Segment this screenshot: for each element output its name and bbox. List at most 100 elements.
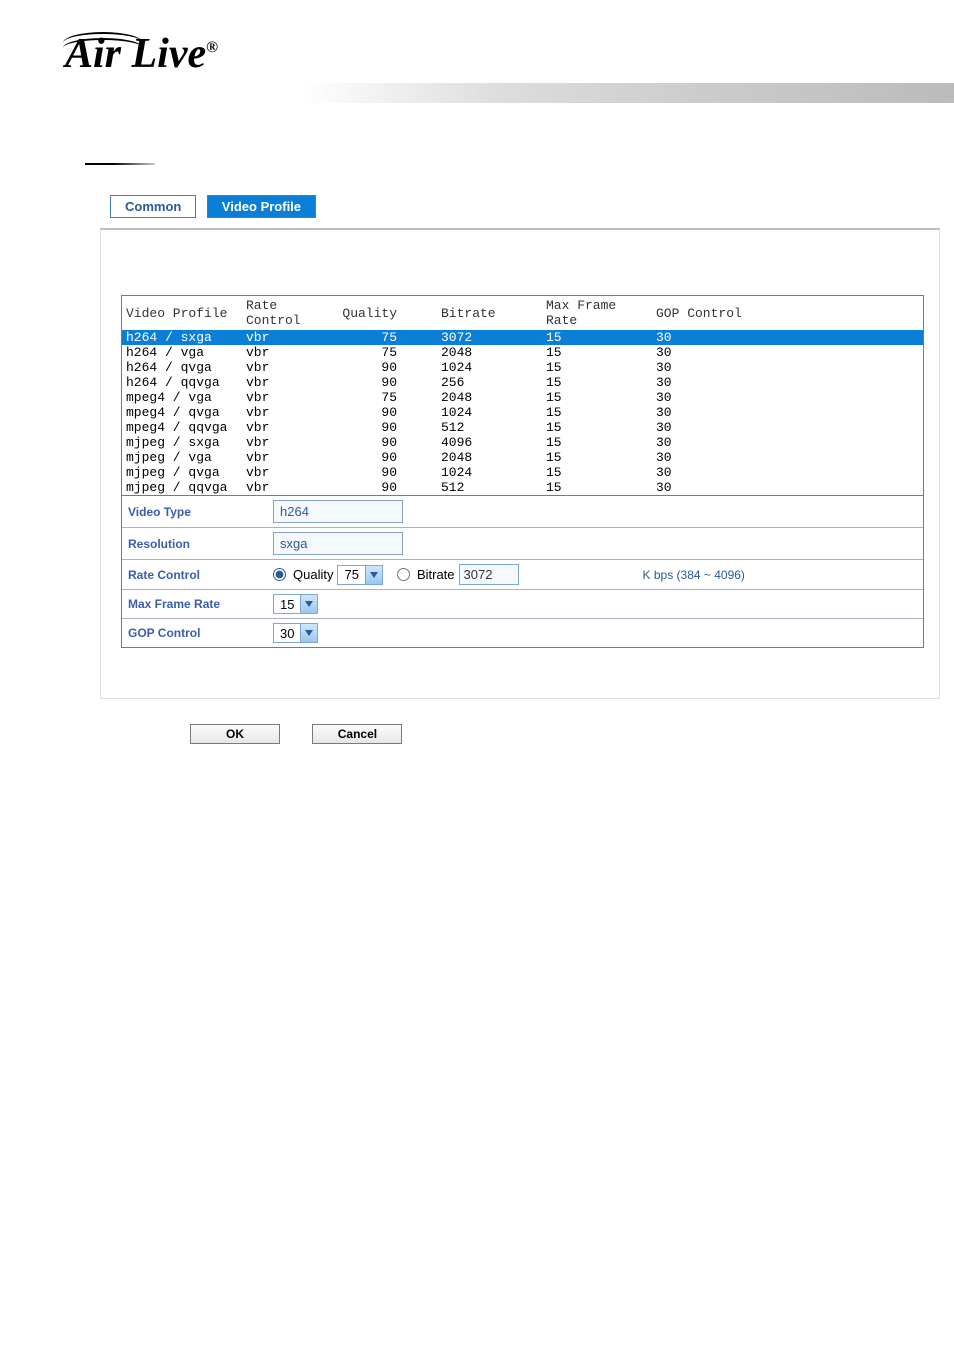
table-cell: 30: [652, 360, 923, 375]
table-row[interactable]: h264 / vgavbr7520481530: [122, 345, 923, 360]
video-type-label: Video Type: [128, 505, 273, 519]
table-cell: 30: [652, 330, 923, 345]
table-cell: 75: [337, 345, 437, 360]
bitrate-radio[interactable]: [397, 568, 410, 581]
table-cell: mjpeg / sxga: [122, 435, 242, 450]
table-cell: 90: [337, 375, 437, 390]
chevron-down-icon[interactable]: [300, 595, 317, 613]
table-cell: 15: [542, 480, 652, 495]
max-frame-rate-select[interactable]: 15: [273, 594, 318, 614]
profile-form: Video Type Resolution Rate Control Quali…: [121, 496, 924, 648]
table-cell: 1024: [437, 405, 542, 420]
table-cell: h264 / qqvga: [122, 375, 242, 390]
table-cell: vbr: [242, 390, 337, 405]
table-row[interactable]: mjpeg / qvgavbr9010241530: [122, 465, 923, 480]
gop-control-select[interactable]: 30: [273, 623, 318, 643]
table-cell: vbr: [242, 435, 337, 450]
table-cell: 15: [542, 420, 652, 435]
table-cell: 30: [652, 375, 923, 390]
cancel-button[interactable]: Cancel: [312, 724, 402, 744]
tab-video-profile[interactable]: Video Profile: [207, 195, 316, 218]
table-cell: vbr: [242, 345, 337, 360]
table-cell: mpeg4 / qqvga: [122, 420, 242, 435]
table-row[interactable]: h264 / sxgavbr7530721530: [122, 330, 923, 345]
table-cell: vbr: [242, 465, 337, 480]
table-cell: 15: [542, 330, 652, 345]
table-cell: h264 / vga: [122, 345, 242, 360]
header-divider: [0, 83, 954, 103]
button-row: OK Cancel: [190, 724, 954, 744]
resolution-label: Resolution: [128, 537, 273, 551]
table-cell: h264 / qvga: [122, 360, 242, 375]
tab-bar: Common Video Profile: [110, 195, 954, 218]
table-row[interactable]: mpeg4 / qvgavbr9010241530: [122, 405, 923, 420]
table-cell: h264 / sxga: [122, 330, 242, 345]
logo: Air Live®: [0, 0, 954, 78]
table-cell: vbr: [242, 405, 337, 420]
table-cell: 90: [337, 435, 437, 450]
quality-select[interactable]: 75: [337, 565, 382, 585]
table-row[interactable]: h264 / qqvgavbr902561530: [122, 375, 923, 390]
bitrate-radio-label: Bitrate: [417, 567, 455, 582]
table-cell: 15: [542, 450, 652, 465]
table-cell: vbr: [242, 420, 337, 435]
tab-common[interactable]: Common: [110, 195, 196, 218]
table-cell: 30: [652, 480, 923, 495]
table-cell: vbr: [242, 480, 337, 495]
table-cell: 3072: [437, 330, 542, 345]
table-cell: 75: [337, 330, 437, 345]
table-cell: 90: [337, 465, 437, 480]
table-cell: vbr: [242, 330, 337, 345]
table-cell: 15: [542, 390, 652, 405]
resolution-input[interactable]: [273, 532, 403, 555]
chevron-down-icon[interactable]: [300, 624, 317, 642]
table-cell: 90: [337, 480, 437, 495]
table-cell: 1024: [437, 360, 542, 375]
table-cell: 30: [652, 450, 923, 465]
th-quality: Quality: [337, 296, 437, 330]
chevron-down-icon[interactable]: [365, 566, 382, 584]
table-cell: 15: [542, 360, 652, 375]
table-cell: 4096: [437, 435, 542, 450]
table-cell: 1024: [437, 465, 542, 480]
table-cell: 90: [337, 420, 437, 435]
bitrate-hint: K bps (384 ~ 4096): [643, 568, 745, 582]
table-row[interactable]: mjpeg / vgavbr9020481530: [122, 450, 923, 465]
max-frame-rate-label: Max Frame Rate: [128, 597, 273, 611]
table-cell: 30: [652, 435, 923, 450]
table-cell: 2048: [437, 345, 542, 360]
table-cell: 2048: [437, 450, 542, 465]
table-cell: 512: [437, 420, 542, 435]
th-rate-control: Rate Control: [242, 296, 337, 330]
table-cell: 256: [437, 375, 542, 390]
table-header-row: Video Profile Rate Control Quality Bitra…: [122, 296, 923, 330]
table-row[interactable]: mjpeg / qqvgavbr905121530: [122, 480, 923, 495]
table-cell: 30: [652, 390, 923, 405]
th-profile: Video Profile: [122, 296, 242, 330]
table-row[interactable]: h264 / qvgavbr9010241530: [122, 360, 923, 375]
th-bitrate: Bitrate: [437, 296, 542, 330]
table-cell: 15: [542, 345, 652, 360]
gop-control-label: GOP Control: [128, 626, 273, 640]
table-row[interactable]: mpeg4 / vgavbr7520481530: [122, 390, 923, 405]
table-cell: mjpeg / qqvga: [122, 480, 242, 495]
table-cell: 2048: [437, 390, 542, 405]
video-type-input[interactable]: [273, 500, 403, 523]
content-panel: Video Profile Rate Control Quality Bitra…: [100, 228, 940, 699]
table-row[interactable]: mpeg4 / qqvgavbr905121530: [122, 420, 923, 435]
table-cell: 30: [652, 345, 923, 360]
table-row[interactable]: mjpeg / sxgavbr9040961530: [122, 435, 923, 450]
quality-radio[interactable]: [273, 568, 286, 581]
table-cell: 15: [542, 465, 652, 480]
th-max-frame: Max Frame Rate: [542, 296, 652, 330]
table-cell: 512: [437, 480, 542, 495]
ok-button[interactable]: OK: [190, 724, 280, 744]
table-cell: 90: [337, 405, 437, 420]
quality-radio-label: Quality: [293, 567, 333, 582]
logo-swoosh-icon: [63, 38, 143, 58]
table-cell: 30: [652, 420, 923, 435]
table-cell: 90: [337, 450, 437, 465]
table-cell: 75: [337, 390, 437, 405]
table-cell: 90: [337, 360, 437, 375]
bitrate-input[interactable]: [459, 564, 519, 585]
